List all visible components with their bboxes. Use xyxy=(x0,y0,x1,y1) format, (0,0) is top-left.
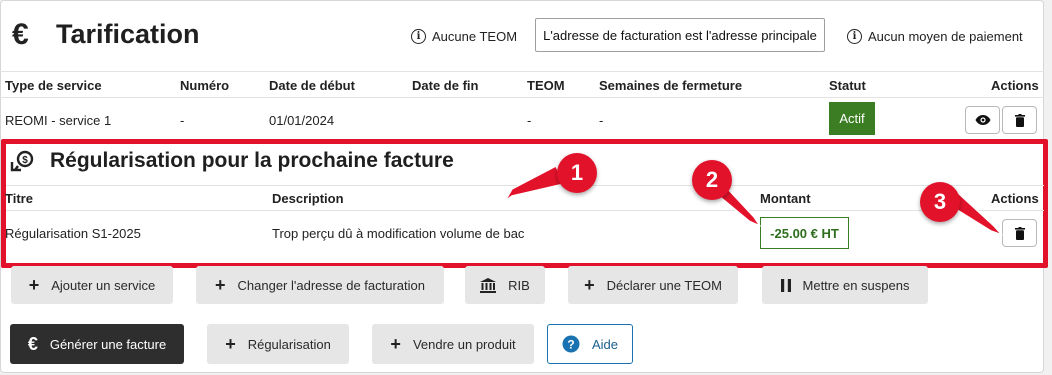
callout-badge-3: 3 xyxy=(920,182,960,222)
callout-badge-1: 1 xyxy=(557,153,597,193)
callout-badge-2: 2 xyxy=(692,160,732,200)
callout-arrows xyxy=(504,165,1003,236)
